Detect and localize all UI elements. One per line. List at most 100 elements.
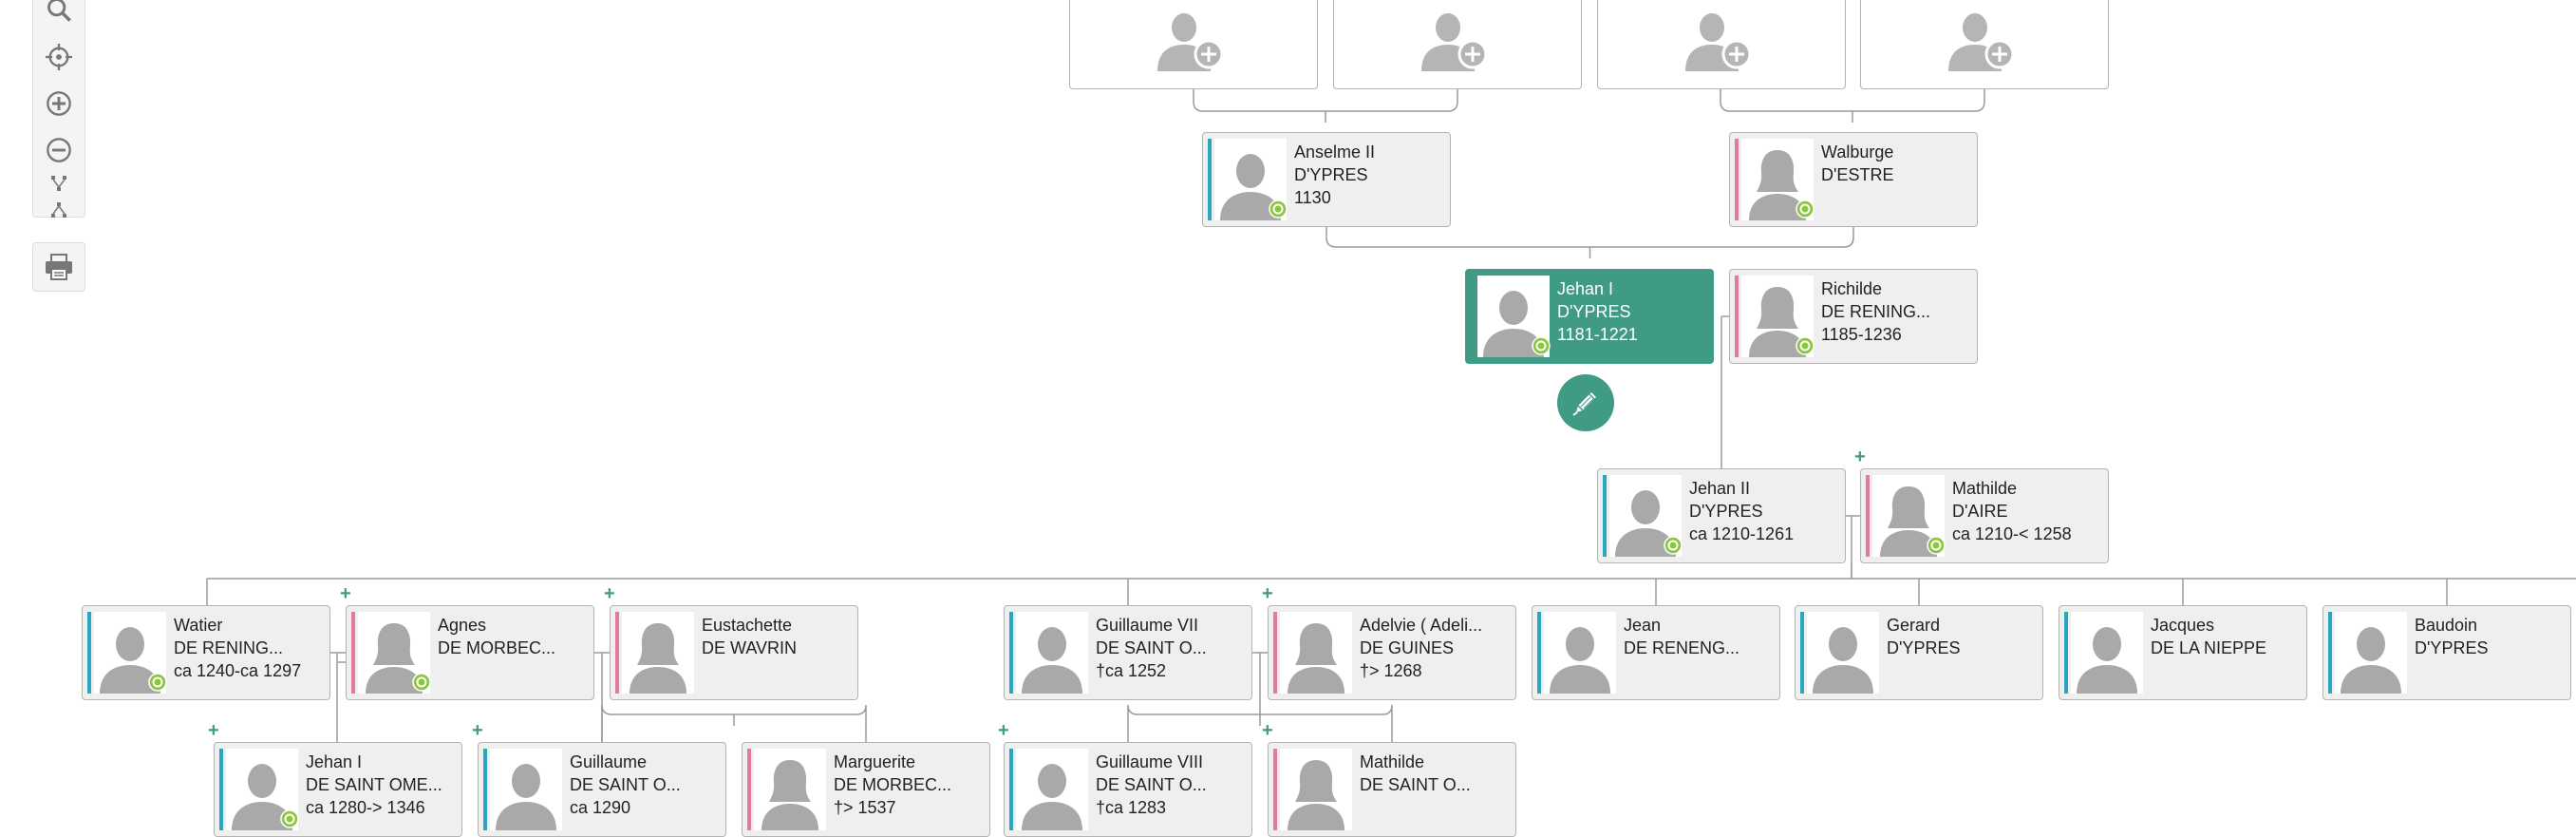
add-person-icon	[1421, 13, 1488, 71]
person-card-jehan-so[interactable]: Jehan I DE SAINT OME... ca 1280-> 1346	[214, 742, 462, 837]
gender-bar	[1735, 276, 1739, 357]
person-silhouette-icon	[622, 612, 694, 694]
person-given-name: Walburge	[1821, 143, 1894, 162]
person-given-name: Jehan I	[1557, 279, 1614, 298]
search-icon	[47, 0, 71, 22]
edit-person-button[interactable]	[1557, 374, 1614, 431]
person-surname: DE WAVRIN	[702, 638, 798, 657]
record-badge-icon	[1796, 200, 1814, 219]
person-dates: †> 1268	[1360, 661, 1422, 680]
person-card-walburge[interactable]: Walburge D'ESTRE	[1729, 132, 1978, 227]
zoom-out-button[interactable]	[33, 129, 85, 171]
person-given-name: Jacques	[2151, 616, 2215, 635]
person-card-jacques[interactable]: Jacques DE LA NIEPPE	[2059, 605, 2307, 700]
gender-bar	[1537, 612, 1541, 694]
tree-toolbar	[32, 0, 85, 218]
person-dates: ca 1290	[570, 798, 631, 817]
person-surname: DE SAINT O...	[570, 775, 681, 794]
person-given-name: Baudoin	[2415, 616, 2478, 635]
gender-bar	[351, 612, 355, 694]
connector-line	[1326, 227, 1854, 248]
person-surname: DE RENING...	[1821, 302, 1931, 321]
person-card-baudoin[interactable]: Baudoin D'YPRES	[2322, 605, 2571, 700]
person-given-name: Guillaume VII	[1096, 616, 1199, 635]
expand-plus-icon[interactable]: +	[340, 584, 351, 603]
add-parent-card[interactable]	[1333, 0, 1582, 89]
record-badge-icon	[280, 809, 299, 828]
gender-bar	[2064, 612, 2068, 694]
person-dates: 1181-1221	[1557, 325, 1638, 344]
person-dates: 1185-1236	[1821, 325, 1902, 344]
expand-plus-icon[interactable]: +	[1854, 447, 1866, 466]
person-card-mathilde-aire[interactable]: Mathilde D'AIRE ca 1210-< 1258	[1860, 468, 2109, 563]
person-silhouette-icon	[754, 749, 826, 830]
print-icon	[46, 254, 72, 280]
expand-plus-icon[interactable]: +	[998, 721, 1009, 740]
person-given-name: Anselme II	[1294, 143, 1376, 162]
person-dates: †ca 1283	[1096, 798, 1167, 817]
expand-plus-icon[interactable]: +	[1262, 584, 1273, 603]
person-surname: DE SAINT O...	[1096, 638, 1207, 657]
expand-plus-icon[interactable]: +	[604, 584, 615, 603]
expand-plus-icon[interactable]: +	[1262, 721, 1273, 740]
person-dates: ca 1240-ca 1297	[174, 661, 302, 680]
person-card-jean[interactable]: Jean DE RENENG...	[1532, 605, 1780, 700]
person-card-marguerite[interactable]: Marguerite DE MORBEC... †> 1537	[742, 742, 990, 837]
tree-down-button[interactable]	[33, 171, 85, 198]
person-surname: DE GUINES	[1360, 638, 1455, 657]
person-surname: DE SAINT O...	[1096, 775, 1207, 794]
person-card-agnes[interactable]: Agnes DE MORBEC...	[346, 605, 594, 700]
expand-plus-icon[interactable]: +	[208, 721, 219, 740]
print-button[interactable]	[32, 242, 85, 292]
person-card-anselme[interactable]: Anselme II D'YPRES 1130	[1202, 132, 1451, 227]
gender-bar	[1866, 475, 1870, 557]
zoom-in-button[interactable]	[33, 83, 85, 124]
gender-bar	[2328, 612, 2332, 694]
person-surname: D'YPRES	[1887, 638, 1961, 657]
edit-pencil-icon	[1572, 392, 1596, 416]
add-parent-card[interactable]	[1597, 0, 1846, 89]
person-silhouette-icon	[1016, 749, 1088, 830]
tree-up-button[interactable]	[33, 198, 85, 224]
person-dates: ca 1210-< 1258	[1952, 524, 2072, 543]
person-card-jehan2[interactable]: Jehan II D'YPRES ca 1210-1261	[1597, 468, 1846, 563]
search-button[interactable]	[33, 0, 85, 30]
person-card-adelvie[interactable]: Adelvie ( Adeli... DE GUINES †> 1268	[1268, 605, 1516, 700]
person-given-name: Mathilde	[1952, 479, 2018, 498]
expand-plus-icon[interactable]: +	[472, 721, 483, 740]
add-parent-card[interactable]	[1069, 0, 1318, 89]
record-badge-icon	[148, 673, 167, 692]
person-card-guillaume8[interactable]: Guillaume VIII DE SAINT O... †ca 1283	[1004, 742, 1252, 837]
person-silhouette-icon	[2335, 612, 2407, 694]
person-card-watier[interactable]: Watier DE RENING... ca 1240-ca 1297	[82, 605, 330, 700]
person-card-jehan1[interactable]: Jehan I D'YPRES 1181-1221	[1465, 269, 1714, 364]
record-badge-icon	[1532, 336, 1551, 355]
gender-bar	[1273, 612, 1277, 694]
person-card-richilde[interactable]: Richilde DE RENING... 1185-1236	[1729, 269, 1978, 364]
person-silhouette-icon	[490, 749, 562, 830]
person-given-name: Gerard	[1887, 616, 1941, 635]
add-person-icon	[1685, 13, 1752, 71]
person-dates: †ca 1252	[1096, 661, 1167, 680]
person-given-name: Jehan II	[1689, 479, 1751, 498]
person-card-eustachette[interactable]: Eustachette DE WAVRIN	[610, 605, 858, 700]
person-silhouette-icon	[1544, 612, 1616, 694]
gender-bar	[1603, 475, 1607, 557]
person-card-gerard[interactable]: Gerard D'YPRES	[1795, 605, 2043, 700]
zoom-in-icon	[47, 91, 71, 116]
person-silhouette-icon	[1280, 749, 1352, 830]
person-surname: D'YPRES	[1557, 302, 1631, 321]
gender-bar	[1735, 139, 1739, 220]
person-surname: D'AIRE	[1952, 502, 2008, 521]
add-parent-card[interactable]	[1860, 0, 2109, 89]
person-card-guillaume7[interactable]: Guillaume VII DE SAINT O... †ca 1252	[1004, 605, 1252, 700]
person-given-name: Eustachette	[702, 616, 793, 635]
tree-connectors	[206, 89, 2576, 742]
person-given-name: Richilde	[1821, 279, 1883, 298]
person-card-guillaume-so[interactable]: Guillaume DE SAINT O... ca 1290	[478, 742, 726, 837]
person-card-mathilde-so[interactable]: Mathilde DE SAINT O...	[1268, 742, 1516, 837]
person-surname: D'YPRES	[1294, 165, 1368, 184]
crosshair-button[interactable]	[33, 36, 85, 78]
gender-bar	[1800, 612, 1804, 694]
gender-bar	[219, 749, 223, 830]
